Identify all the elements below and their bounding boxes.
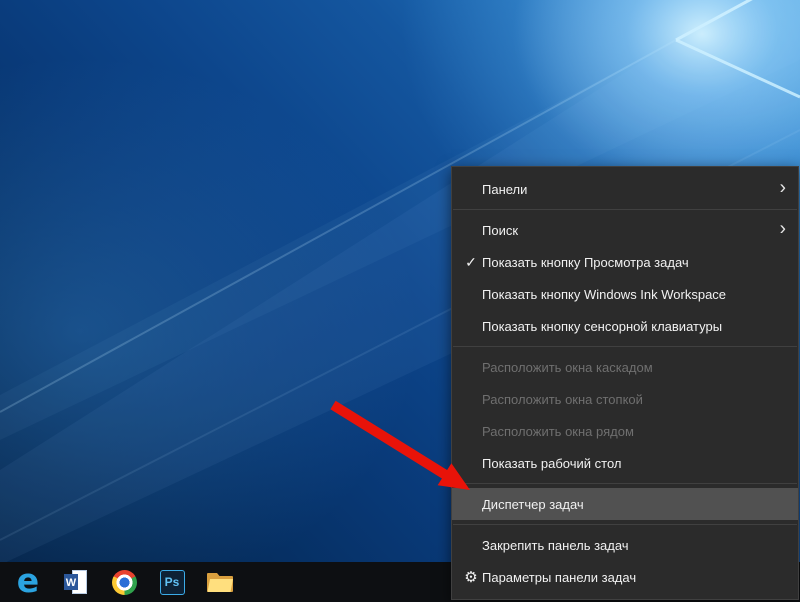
menu-item-label: Показать кнопку Просмотра задач [482, 255, 768, 270]
taskbar-chrome-button[interactable] [100, 562, 148, 602]
photoshop-icon: Ps [160, 570, 185, 595]
menu-item-taskbar-settings[interactable]: ⚙ Параметры панели задач [452, 561, 798, 593]
menu-item-label: Расположить окна стопкой [482, 392, 768, 407]
menu-item-search[interactable]: Поиск › [452, 214, 798, 246]
edge-icon: e [17, 564, 39, 597]
taskbar-word-button[interactable]: W [52, 562, 100, 602]
menu-item-show-touch-keyboard[interactable]: Показать кнопку сенсорной клавиатуры [452, 310, 798, 342]
taskbar-file-explorer-button[interactable] [196, 562, 244, 602]
menu-item-side-by-side-windows: Расположить окна рядом [452, 415, 798, 447]
submenu-arrow-icon: › [780, 220, 786, 239]
menu-item-label: Диспетчер задач [482, 497, 768, 512]
taskbar-photoshop-button[interactable]: Ps [148, 562, 196, 602]
menu-item-show-ink-workspace[interactable]: Показать кнопку Windows Ink Workspace [452, 278, 798, 310]
taskbar-edge-button[interactable]: e [4, 562, 52, 602]
menu-item-label: Поиск [482, 223, 768, 238]
menu-item-label: Показать рабочий стол [482, 456, 768, 471]
checkmark-icon: ✓ [460, 254, 482, 271]
file-explorer-icon [206, 570, 234, 594]
menu-item-cascade-windows: Расположить окна каскадом [452, 351, 798, 383]
menu-separator [453, 346, 797, 347]
taskbar-context-menu: Панели › Поиск › ✓ Показать кнопку Просм… [451, 166, 799, 600]
menu-separator [453, 209, 797, 210]
menu-item-label: Расположить окна каскадом [482, 360, 768, 375]
menu-item-show-desktop[interactable]: Показать рабочий стол [452, 447, 798, 479]
submenu-arrow-icon: › [780, 179, 786, 198]
chrome-icon [112, 570, 137, 595]
menu-separator [453, 483, 797, 484]
menu-item-label: Параметры панели задач [482, 570, 768, 585]
menu-item-panels[interactable]: Панели › [452, 173, 798, 205]
menu-item-label: Закрепить панель задач [482, 538, 768, 553]
menu-item-label: Показать кнопку Windows Ink Workspace [482, 287, 768, 302]
menu-item-label: Расположить окна рядом [482, 424, 768, 439]
menu-item-stack-windows: Расположить окна стопкой [452, 383, 798, 415]
gear-icon: ⚙ [460, 568, 482, 586]
word-icon: W [63, 569, 89, 595]
menu-item-lock-taskbar[interactable]: Закрепить панель задач [452, 529, 798, 561]
menu-separator [453, 524, 797, 525]
menu-item-task-manager[interactable]: Диспетчер задач [452, 488, 798, 520]
menu-item-show-task-view[interactable]: ✓ Показать кнопку Просмотра задач [452, 246, 798, 278]
svg-text:W: W [66, 577, 77, 589]
menu-item-label: Панели [482, 182, 768, 197]
menu-item-label: Показать кнопку сенсорной клавиатуры [482, 319, 768, 334]
